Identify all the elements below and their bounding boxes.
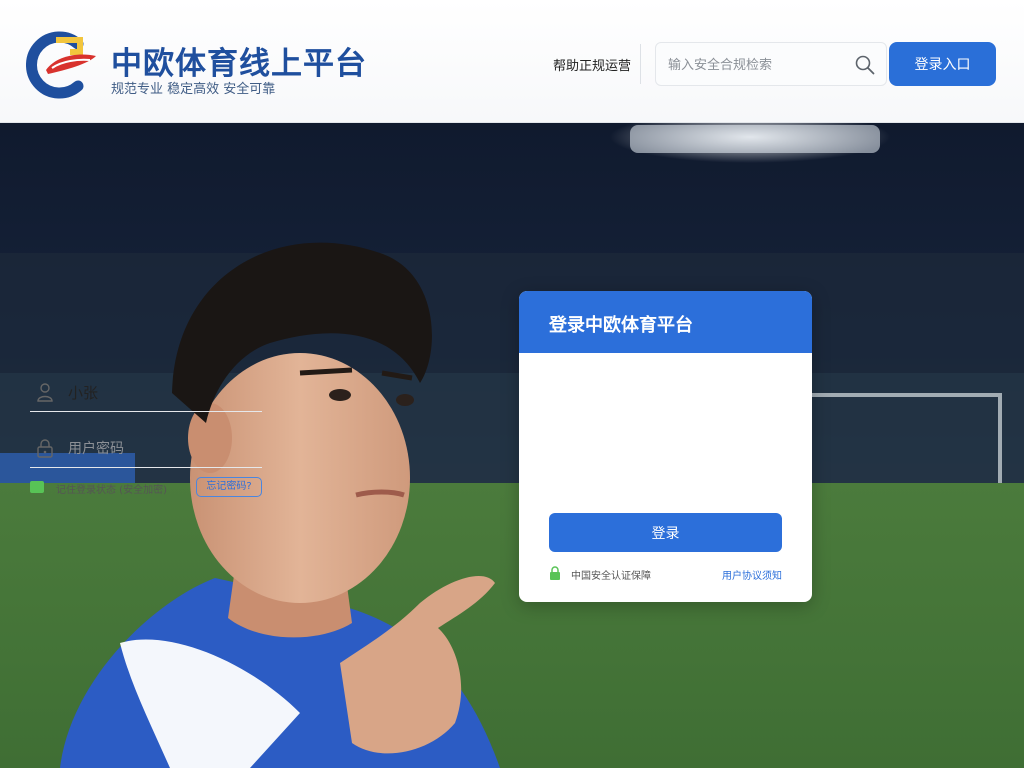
header-divider [640, 44, 641, 84]
login-footer: 中国安全认证保障 用户协议须知 [549, 566, 782, 582]
password-input[interactable] [68, 436, 258, 460]
brand-title: 中欧体育线上平台 [111, 46, 367, 82]
search-box [655, 42, 887, 86]
login-submit-button[interactable]: 登录 [549, 513, 782, 552]
brand-slogan: 规范专业 稳定高效 安全可靠 [111, 82, 276, 97]
user-icon [37, 383, 53, 402]
remember-label: 记住登录状态 (安全加密) [56, 485, 167, 496]
username-field [30, 372, 262, 412]
forgot-password-link[interactable]: 忘记密码? [196, 477, 262, 497]
search-icon[interactable] [854, 54, 876, 76]
search-input[interactable] [668, 53, 848, 77]
login-card: 登录中欧体育平台 [519, 291, 812, 602]
checkbox-icon[interactable] [30, 481, 44, 493]
user-agreement-link[interactable]: 用户协议须知 [722, 567, 782, 582]
nav-link-help[interactable]: 帮助正规运营 [553, 55, 631, 74]
security-note: 中国安全认证保障 [571, 571, 651, 582]
lock-green-icon [550, 566, 560, 580]
login-card-title: 登录中欧体育平台 [519, 291, 812, 353]
header-login-button[interactable]: 登录入口 [889, 42, 996, 86]
lock-icon [37, 439, 53, 458]
password-field [30, 428, 262, 468]
remember-row: 记住登录状态 (安全加密) 忘记密码? [30, 477, 262, 498]
site-header: 中欧体育线上平台 规范专业 稳定高效 安全可靠 帮助正规运营 登录入口 [0, 0, 1024, 123]
logo-mark[interactable] [26, 30, 100, 100]
username-input[interactable] [68, 380, 258, 404]
